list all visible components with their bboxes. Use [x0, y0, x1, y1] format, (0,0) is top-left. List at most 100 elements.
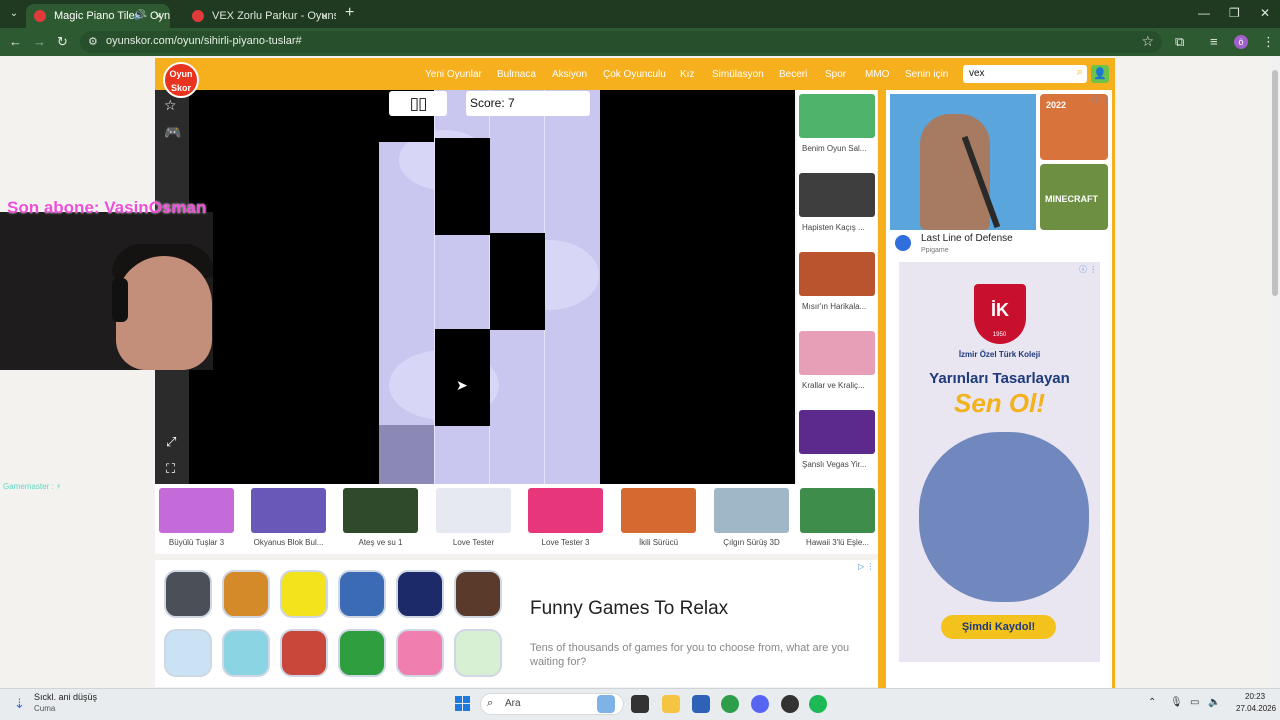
clock-date[interactable]: 27.04.2026 — [1236, 704, 1276, 713]
ad-description: Tens of thousands of games for you to ch… — [530, 642, 850, 668]
page-scrollbar[interactable] — [1270, 58, 1280, 688]
related-game-card[interactable]: Okyanus Blok Bul... — [251, 488, 326, 550]
side-game-card[interactable]: Krallar ve Kraliç... — [799, 327, 875, 401]
favorite-star-icon[interactable]: ☆ — [164, 97, 177, 114]
extensions-icon[interactable]: ⧉ — [1175, 34, 1184, 50]
game-thumbnail — [799, 94, 875, 138]
side-game-card[interactable]: Mısır'ın Harikala... — [799, 248, 875, 322]
restore-icon[interactable]: ❐ — [1229, 6, 1240, 20]
minimize-icon[interactable]: — — [1198, 6, 1210, 20]
chrome-icon[interactable] — [721, 695, 739, 713]
tab-magic-piano[interactable]: Magic Piano Tiles - Oyna M 🔊 × — [26, 4, 170, 28]
nav-yeni-oyunlar[interactable]: Yeni Oyunlar — [425, 69, 482, 80]
discord-icon[interactable] — [751, 695, 769, 713]
app-icon[interactable] — [164, 570, 212, 618]
nav-bulmaca[interactable]: Bulmaca — [497, 69, 536, 80]
obs-icon[interactable] — [781, 695, 799, 713]
volume-icon[interactable]: 🔈 — [1208, 697, 1220, 708]
nav-mmo[interactable]: MMO — [865, 69, 889, 80]
nav-senin-icin[interactable]: Senin için — [905, 69, 948, 80]
fullscreen-icon[interactable]: ⛶ — [166, 461, 175, 477]
app-icon[interactable] — [280, 570, 328, 618]
reading-list-icon[interactable]: ≡ — [1210, 34, 1218, 49]
app-icon[interactable] — [280, 629, 328, 677]
store-icon[interactable] — [692, 695, 710, 713]
tab-vex[interactable]: VEX Zorlu Parkur - Oyunskor.co × — [184, 4, 336, 28]
app-icon[interactable] — [396, 570, 444, 618]
clock-time[interactable]: 20:23 — [1245, 692, 1265, 701]
game-title: Krallar ve Kraliç... — [802, 381, 865, 390]
profile-avatar[interactable]: ö — [1234, 35, 1248, 49]
tab-search-icon[interactable]: ⌄ — [6, 6, 22, 22]
side-game-card[interactable]: Benim Oyun Sal... — [799, 90, 875, 164]
search-icon[interactable]: ⌕ — [1077, 66, 1083, 79]
back-icon[interactable]: ← — [9, 34, 22, 50]
nav-simulasyon[interactable]: Simülasyon — [712, 69, 764, 80]
related-game-card[interactable]: İkili Sürücü — [621, 488, 696, 550]
app-icon[interactable] — [396, 629, 444, 677]
site-search-input[interactable]: vex ⌕ — [963, 65, 1087, 83]
app-icon[interactable] — [222, 570, 270, 618]
scrollbar-thumb[interactable] — [1272, 70, 1278, 296]
file-explorer-icon[interactable] — [662, 695, 680, 713]
related-game-card[interactable]: Hawaii 3'lü Eşle... — [800, 488, 875, 550]
app-icon[interactable] — [164, 629, 212, 677]
game-canvas[interactable]: ▯▯ Score: 7 ➤ — [189, 90, 795, 484]
task-view-icon[interactable] — [631, 695, 649, 713]
app-icon[interactable] — [222, 629, 270, 677]
nav-spor[interactable]: Spor — [825, 69, 846, 80]
game-title: Okyanus Blok Bul... — [253, 538, 324, 547]
windows-start-icon[interactable] — [455, 696, 471, 712]
piano-tile[interactable] — [490, 233, 545, 330]
ad-title[interactable]: Funny Games To Relax — [530, 598, 728, 620]
close-tab-icon[interactable]: × — [155, 4, 162, 28]
expand-icon[interactable]: ⤢ — [166, 434, 176, 450]
related-game-card[interactable]: Büyülü Tuşlar 3 — [159, 488, 234, 550]
related-game-card[interactable]: Çılgın Sürüş 3D — [714, 488, 789, 550]
weather-title[interactable]: Sıckl. ani düşüş — [34, 692, 97, 702]
audio-icon[interactable]: 🔊 — [134, 4, 146, 28]
school-ad[interactable]: İK 1950 İzmir Özel Türk Koleji Yarınları… — [899, 262, 1100, 662]
side-game-card[interactable]: Şanslı Vegas Yir... — [799, 406, 875, 480]
nav-kiz[interactable]: Kız — [680, 69, 694, 80]
close-tab-icon[interactable]: × — [321, 4, 328, 28]
user-account-icon[interactable]: 👤 — [1091, 65, 1109, 83]
address-bar[interactable]: ⚙ oyunskor.com/oyun/sihirli-piyano-tusla… — [80, 31, 1162, 53]
reload-icon[interactable]: ↻ — [57, 34, 68, 50]
app-icon[interactable] — [338, 629, 386, 677]
network-icon[interactable]: ▭ — [1190, 697, 1199, 708]
new-tab-button[interactable]: + — [345, 4, 354, 22]
side-game-card[interactable]: Hapisten Kaçış ... — [799, 169, 875, 243]
menu-kebab-icon[interactable]: ⋮ — [1262, 34, 1275, 50]
microphone-icon[interactable]: 🎙 — [1170, 697, 1183, 708]
related-game-card[interactable]: Love Tester 3 — [528, 488, 603, 550]
nav-beceri[interactable]: Beceri — [779, 69, 807, 80]
register-now-button[interactable]: Şimdi Kaydol! — [941, 615, 1056, 639]
related-game-card[interactable]: Ateş ve su 1 — [343, 488, 418, 550]
piano-tile[interactable] — [435, 138, 490, 235]
nav-aksiyon[interactable]: Aksiyon — [552, 69, 587, 80]
game-thumbnail — [799, 252, 875, 296]
app-icon[interactable] — [454, 629, 502, 677]
tray-overflow-icon[interactable]: ⌃ — [1148, 697, 1156, 708]
site-info-icon[interactable]: ⚙ — [88, 35, 98, 48]
spotify-icon[interactable] — [809, 695, 827, 713]
gamepad-icon[interactable]: 🎮 — [164, 124, 181, 141]
nav-cok-oyunculu[interactable]: Çok Oyunculu — [603, 69, 666, 80]
bookmark-star-icon[interactable]: ☆ — [1141, 33, 1154, 50]
related-game-card[interactable]: Love Tester — [436, 488, 511, 550]
adchoices-icon[interactable]: ⓘ ⋮ — [1079, 264, 1097, 275]
pause-button[interactable]: ▯▯ — [389, 91, 447, 116]
app-icon[interactable] — [454, 570, 502, 618]
close-window-icon[interactable]: ✕ — [1260, 6, 1270, 20]
weather-icon[interactable]: ⇣ — [14, 696, 25, 712]
widgets-icon[interactable] — [597, 695, 615, 713]
oyunskor-logo[interactable]: Oyun Skor — [163, 62, 199, 98]
last-line-of-defense-ad[interactable]: 2022 MINECRAFT Last Line of Defense Ppig… — [887, 92, 1111, 258]
app-icon[interactable] — [338, 570, 386, 618]
adchoices-icon[interactable]: ▷ ⋮ — [858, 562, 874, 571]
piano-board[interactable] — [379, 90, 600, 484]
ad-game-name[interactable]: Last Line of Defense — [921, 233, 1013, 244]
adchoices-icon[interactable]: ⓘ ⋮ — [1092, 94, 1110, 105]
forward-icon[interactable]: → — [33, 34, 46, 50]
